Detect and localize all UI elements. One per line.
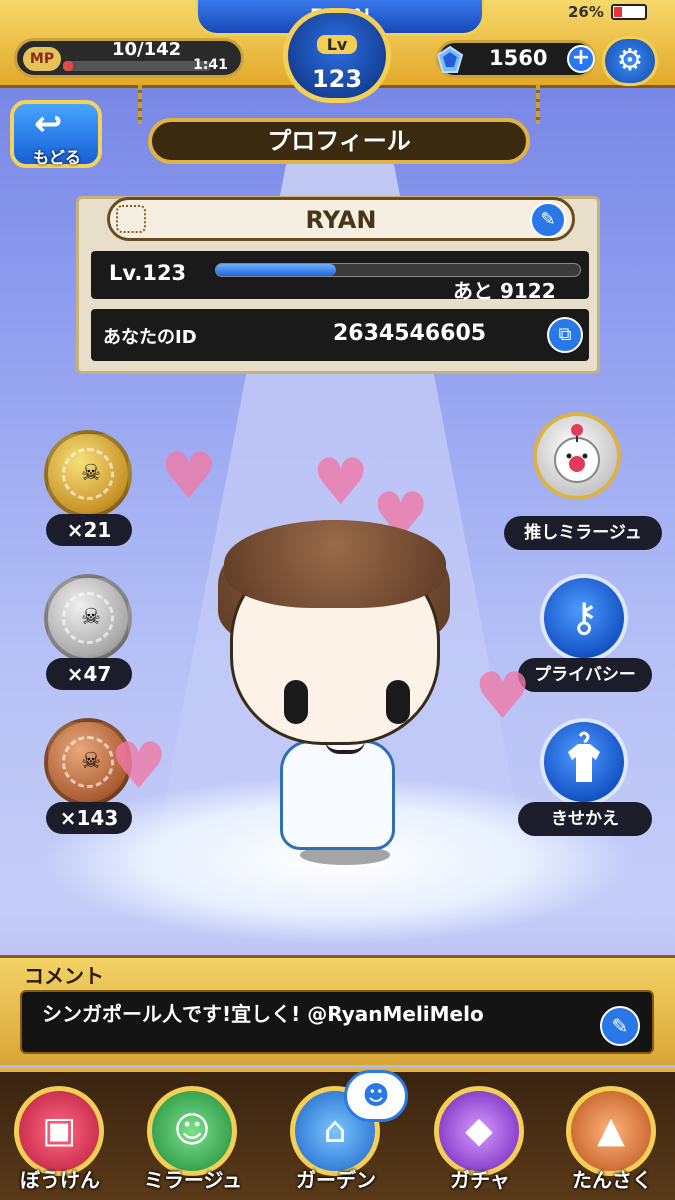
heart-icon: ♥	[474, 660, 532, 734]
gem-icon	[436, 45, 464, 73]
nav-mirage[interactable]: ☺ ミラージュ	[133, 1072, 253, 1200]
mp-timer: 1:41	[193, 57, 228, 73]
comment-text: シンガポール人です!宜しく! @RyanMeliMelo	[42, 1002, 484, 1026]
gold-medal-count: ×21	[46, 514, 132, 546]
edit-comment-button[interactable]: ✎	[600, 1006, 640, 1046]
back-button[interactable]: ↩ もどる	[10, 100, 102, 168]
avatar-eye-right	[386, 680, 410, 724]
xp-remaining: あと 9122	[453, 279, 556, 303]
silver-medal-count: ×47	[46, 658, 132, 690]
favorite-mirage-label: 推しミラージュ	[504, 516, 662, 550]
dress-up-label: きせかえ	[518, 802, 652, 836]
nav-adventure-label: ぼうけん	[20, 1168, 100, 1192]
edit-name-button[interactable]: ✎	[530, 202, 566, 238]
heart-icon: ♥	[110, 730, 168, 804]
gold-medal-icon: ☠	[44, 430, 132, 518]
comment-box: シンガポール人です!宜しく! @RyanMeliMelo ✎	[20, 990, 654, 1054]
back-button-label: もどる	[33, 148, 81, 167]
level-value: 123	[311, 65, 363, 93]
gem-count: 1560	[489, 46, 548, 70]
comment-label: コメント	[24, 964, 104, 988]
add-gems-button[interactable]: +	[567, 45, 595, 73]
copy-icon: ⧉	[558, 324, 572, 345]
pencil-icon: ✎	[540, 209, 556, 230]
nav-explore-label: たんさく	[572, 1168, 652, 1192]
player-id-row: あなたのID 2634546605 ⧉	[91, 309, 589, 361]
mp-progress-bar	[63, 61, 211, 71]
mp-value: 10/142	[112, 39, 182, 60]
gacha-icon: ◆	[434, 1086, 524, 1176]
shirt-icon	[568, 731, 600, 782]
back-arrow-icon: ↩	[34, 104, 63, 144]
heart-icon: ♥	[160, 440, 218, 514]
privacy-label: プライバシー	[518, 658, 652, 692]
privacy-button[interactable]: ⚷	[540, 574, 628, 662]
bronze-medal-count: ×143	[46, 802, 132, 834]
level-badge: Lv 123	[283, 8, 391, 103]
silver-medal-icon: ☠	[44, 574, 132, 662]
dress-up-button[interactable]	[540, 718, 628, 806]
player-id-value: 2634546605	[333, 321, 487, 346]
nav-gacha-label: ガチャ	[450, 1168, 510, 1192]
profile-name: RYAN	[305, 206, 377, 234]
moogle-icon	[554, 424, 600, 483]
favorite-mirage-button[interactable]	[533, 412, 621, 500]
level-label: Lv	[316, 35, 358, 54]
chain-left	[138, 84, 142, 124]
gem-panel: 1560 +	[436, 40, 596, 78]
chain-right	[536, 84, 540, 124]
heart-icon: ♥	[312, 446, 370, 520]
battery-icon	[611, 4, 647, 20]
profile-card: RYAN ✎ Lv.123 あと 9122 あなたのID 2634546605 …	[76, 196, 600, 374]
nav-adventure[interactable]: ▣ ぼうけん	[0, 1072, 120, 1200]
copy-id-button[interactable]: ⧉	[547, 317, 583, 353]
avatar-body	[280, 740, 395, 850]
moogle-speech-bubble-icon: ☻	[344, 1070, 408, 1122]
bottom-nav: ▣ ぼうけん ☺ ミラージュ ⌂ ガーデン ◆ ガチャ ▲ たんさく	[0, 1068, 675, 1200]
mirage-icon: ☺	[147, 1086, 237, 1176]
settings-button[interactable]: ⚙	[602, 36, 658, 86]
nav-garden-label: ガーデン	[296, 1168, 376, 1192]
nav-explore[interactable]: ▲ たんさく	[552, 1072, 672, 1200]
mp-gauge-panel: MP 10/142 1:41	[14, 38, 244, 78]
profile-name-row: RYAN ✎	[107, 197, 575, 241]
adventure-icon: ▣	[14, 1086, 104, 1176]
pencil-icon: ✎	[611, 1014, 629, 1038]
key-icon: ⚷	[569, 595, 599, 641]
battery-percent: 26%	[568, 3, 604, 21]
avatar-eye-left	[284, 680, 308, 724]
player-id-label: あなたのID	[103, 327, 197, 348]
nav-gacha[interactable]: ◆ ガチャ	[420, 1072, 540, 1200]
gear-icon: ⚙	[616, 43, 644, 78]
page-title: プロフィール	[148, 118, 530, 164]
profile-level: Lv.123	[109, 261, 187, 285]
mp-label: MP	[23, 47, 61, 71]
level-row: Lv.123 あと 9122	[91, 251, 589, 303]
avatar-bangs	[224, 520, 446, 608]
explore-icon: ▲	[566, 1086, 656, 1176]
comment-panel: コメント シンガポール人です!宜しく! @RyanMeliMelo ✎	[0, 955, 675, 1065]
nav-mirage-label: ミラージュ	[143, 1168, 243, 1192]
